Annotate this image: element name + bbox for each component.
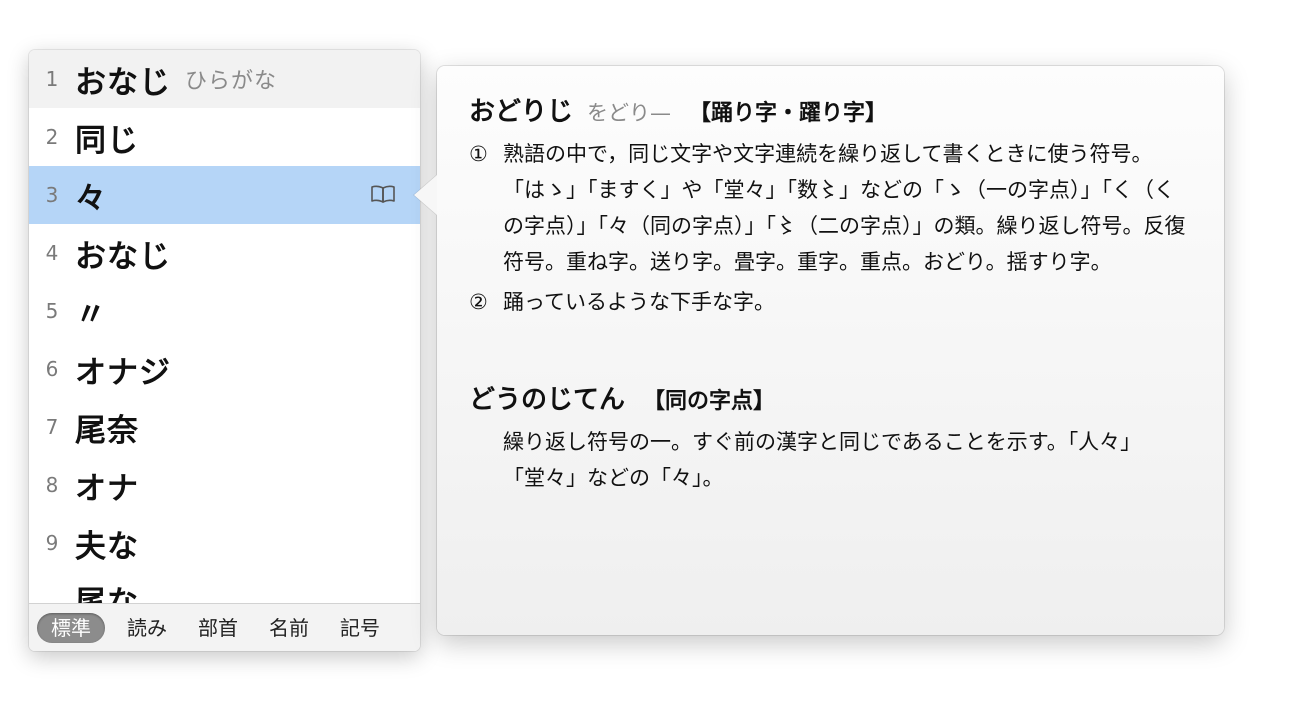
candidate-number: 7 [45, 415, 59, 439]
entry-heading: どうのじてん 【同の字点】 [469, 384, 1189, 418]
candidate-row[interactable]: 1 おなじ ひらがな [29, 50, 420, 108]
definition-text: 踊っているような下手な字。 [503, 290, 775, 314]
candidate-window: 1 おなじ ひらがな 2 同じ 3 々 4 おなじ 5 〃 6 オナジ 7 尾奈… [29, 50, 420, 651]
dictionary-book-icon[interactable] [370, 183, 396, 205]
candidate-tab-bar: 標準 読み 部首 名前 記号 [29, 603, 420, 651]
candidate-text: 〃 [75, 296, 107, 333]
candidate-number: 5 [45, 299, 59, 323]
candidate-number: 8 [45, 473, 59, 497]
candidate-row[interactable]: 7 尾奈 [29, 398, 420, 456]
candidate-row[interactable]: 4 おなじ [29, 224, 420, 282]
candidate-text: 々 [75, 180, 107, 217]
dictionary-entry: どうのじてん 【同の字点】 繰り返し符号の一。すぐ前の漢字と同じであることを示す。… [469, 384, 1189, 496]
candidate-row[interactable]: 8 オナ [29, 456, 420, 514]
tab-reading[interactable]: 読み [118, 613, 176, 643]
candidate-row-selected[interactable]: 3 々 [29, 166, 420, 224]
candidate-number: 1 [45, 67, 59, 91]
entry-kanji: 【踊り字・躍り字】 [689, 101, 888, 126]
definition-text: 繰り返し符号の一。すぐ前の漢字と同じであることを示す。「人々」「堂々」などの「々… [503, 430, 1142, 490]
candidate-text: 尾奈 [75, 412, 139, 449]
panel-pointer-arrow [414, 175, 437, 215]
candidate-row-partial[interactable]: 尾な [29, 572, 420, 604]
candidate-number: 2 [45, 125, 59, 149]
definition-number: ② [469, 290, 488, 314]
entry-heading: おどりじ をどり— 【踊り字・躍り字】 [469, 96, 1189, 130]
candidate-row[interactable]: 6 オナジ [29, 340, 420, 398]
candidate-text: おなじ [75, 64, 171, 101]
entry-headword: おどりじ [469, 97, 574, 127]
candidate-text: オナジ [75, 354, 171, 391]
definition-text: 熟語の中で，同じ文字や文字連続を繰り返して書くときに使う符号。「はゝ」「ますく」… [503, 142, 1186, 274]
entry-reading-note: をどり— [587, 101, 672, 125]
candidate-number: 9 [45, 531, 59, 555]
tab-radical[interactable]: 部首 [189, 613, 247, 643]
candidate-text: おなじ [75, 238, 171, 275]
candidate-text: 同じ [75, 122, 139, 159]
candidate-text: 夫な [75, 528, 139, 565]
entry-kanji: 【同の字点】 [643, 389, 776, 414]
tab-name[interactable]: 名前 [260, 613, 318, 643]
candidate-annotation: ひらがな [185, 69, 278, 94]
entry-headword: どうのじてん [469, 385, 626, 415]
candidate-number: 6 [45, 357, 59, 381]
dictionary-panel: おどりじ をどり— 【踊り字・躍り字】 ① 熟語の中で，同じ文字や文字連続を繰り返し… [437, 66, 1224, 635]
definition-item: ① 熟語の中で，同じ文字や文字連続を繰り返して書くときに使う符号。「はゝ」「ます… [469, 136, 1189, 280]
candidate-number: 4 [45, 241, 59, 265]
dictionary-entry: おどりじ をどり— 【踊り字・躍り字】 ① 熟語の中で，同じ文字や文字連続を繰り返し… [469, 96, 1189, 320]
candidate-row[interactable]: 9 夫な [29, 514, 420, 572]
candidate-row[interactable]: 5 〃 [29, 282, 420, 340]
candidate-row[interactable]: 2 同じ [29, 108, 420, 166]
definition-number: ① [469, 142, 488, 166]
candidate-list: 1 おなじ ひらがな 2 同じ 3 々 4 おなじ 5 〃 6 オナジ 7 尾奈… [29, 50, 420, 603]
candidate-number: 3 [45, 183, 59, 207]
definition-item: ② 踊っているような下手な字。 [469, 284, 1189, 320]
candidate-text: 尾な [75, 584, 139, 604]
candidate-text: オナ [75, 470, 139, 507]
tab-standard[interactable]: 標準 [37, 612, 105, 643]
tab-symbol[interactable]: 記号 [331, 613, 389, 643]
